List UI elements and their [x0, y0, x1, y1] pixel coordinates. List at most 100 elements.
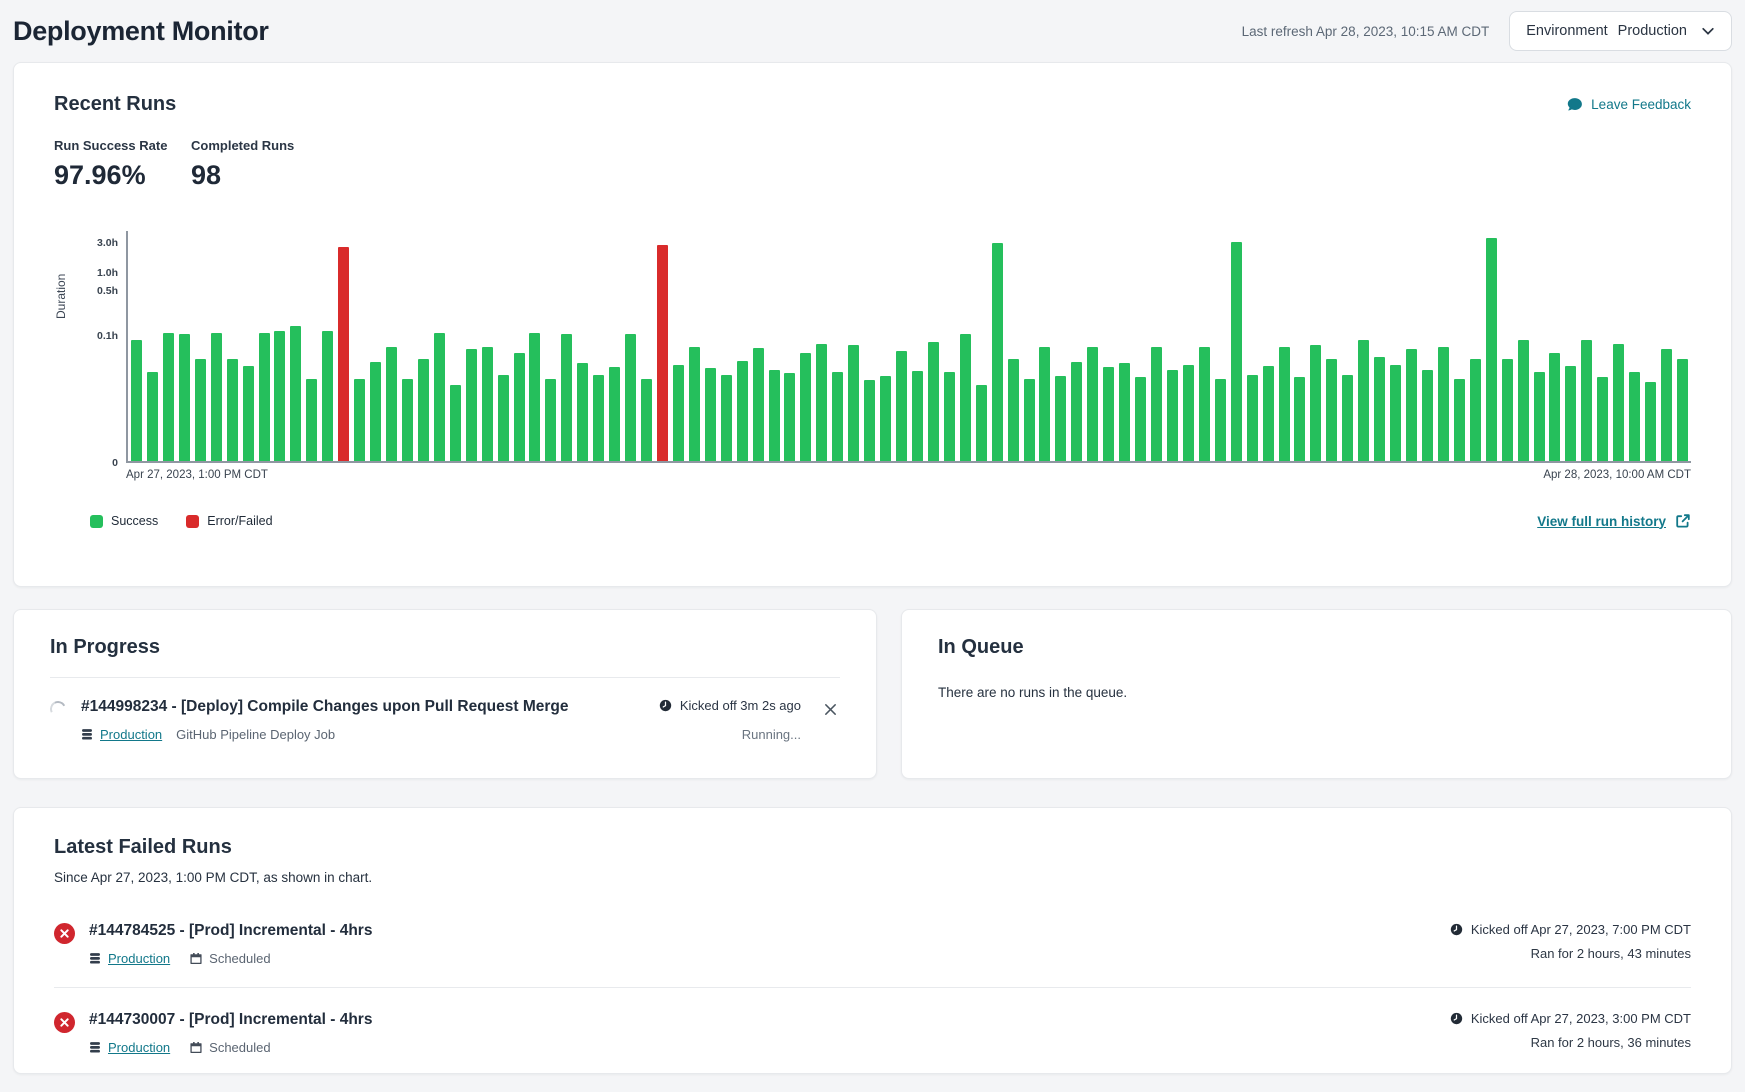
- run-bar-success[interactable]: [386, 347, 397, 461]
- run-bar-success[interactable]: [211, 333, 222, 461]
- run-bar-success[interactable]: [179, 334, 190, 461]
- run-bar-success[interactable]: [545, 379, 556, 462]
- run-bar-success[interactable]: [1326, 359, 1337, 461]
- run-bar-success[interactable]: [1470, 359, 1481, 461]
- run-bar-success[interactable]: [418, 359, 429, 461]
- run-bar-success[interactable]: [625, 334, 636, 461]
- view-full-run-history-link[interactable]: View full run history: [1537, 513, 1691, 529]
- run-bar-success[interactable]: [290, 326, 301, 461]
- run-bar-success[interactable]: [274, 331, 285, 461]
- run-bar-success[interactable]: [1199, 347, 1210, 461]
- run-bar-success[interactable]: [1581, 340, 1592, 461]
- run-bar-success[interactable]: [1549, 353, 1560, 461]
- run-bar-failed[interactable]: [338, 247, 349, 461]
- run-bar-success[interactable]: [259, 333, 270, 461]
- run-bar-success[interactable]: [673, 365, 684, 462]
- environment-link[interactable]: Production: [100, 727, 162, 742]
- run-bar-success[interactable]: [1629, 372, 1640, 461]
- run-bar-success[interactable]: [354, 379, 365, 462]
- run-bar-success[interactable]: [832, 372, 843, 461]
- run-bar-success[interactable]: [912, 371, 923, 461]
- run-bar-success[interactable]: [1374, 357, 1385, 461]
- run-bar-success[interactable]: [529, 333, 540, 461]
- run-bar-success[interactable]: [928, 342, 939, 461]
- run-bar-success[interactable]: [1342, 375, 1353, 461]
- run-bar-success[interactable]: [737, 361, 748, 461]
- run-bar-success[interactable]: [784, 373, 795, 461]
- run-bar-success[interactable]: [1231, 242, 1242, 461]
- run-bar-success[interactable]: [705, 368, 716, 461]
- run-bar-success[interactable]: [1294, 377, 1305, 461]
- run-bar-success[interactable]: [434, 333, 445, 461]
- run-bar-success[interactable]: [163, 333, 174, 461]
- run-bar-success[interactable]: [960, 334, 971, 461]
- run-bar-success[interactable]: [1502, 359, 1513, 461]
- run-bar-success[interactable]: [1565, 366, 1576, 461]
- run-bar-success[interactable]: [1279, 347, 1290, 461]
- run-bar-success[interactable]: [1055, 376, 1066, 461]
- run-bar-success[interactable]: [864, 380, 875, 461]
- run-bar-success[interactable]: [322, 331, 333, 461]
- run-bar-success[interactable]: [753, 348, 764, 461]
- run-bar-success[interactable]: [227, 359, 238, 461]
- run-bar-success[interactable]: [1310, 345, 1321, 461]
- run-bar-success[interactable]: [1071, 362, 1082, 461]
- run-bar-success[interactable]: [896, 351, 907, 462]
- run-bar-success[interactable]: [976, 385, 987, 461]
- run-bar-success[interactable]: [1247, 375, 1258, 461]
- run-bar-success[interactable]: [514, 353, 525, 461]
- run-bar-success[interactable]: [721, 375, 732, 461]
- run-bar-success[interactable]: [1008, 359, 1019, 461]
- run-bar-success[interactable]: [1406, 349, 1417, 461]
- run-bar-success[interactable]: [1454, 379, 1465, 462]
- run-bar-success[interactable]: [641, 379, 652, 462]
- run-bar-failed[interactable]: [657, 245, 668, 461]
- run-bar-success[interactable]: [769, 370, 780, 461]
- run-bar-success[interactable]: [1422, 370, 1433, 461]
- run-bar-success[interactable]: [561, 334, 572, 461]
- run-bar-success[interactable]: [1183, 365, 1194, 462]
- environment-selector[interactable]: Environment Production: [1509, 11, 1732, 51]
- environment-link[interactable]: Production: [108, 951, 170, 966]
- run-bar-success[interactable]: [1534, 372, 1545, 461]
- run-bar-success[interactable]: [800, 353, 811, 461]
- run-bar-success[interactable]: [1215, 379, 1226, 462]
- run-bar-success[interactable]: [1263, 366, 1274, 461]
- run-bar-success[interactable]: [482, 347, 493, 461]
- run-bar-success[interactable]: [577, 363, 588, 461]
- run-bar-success[interactable]: [848, 345, 859, 461]
- run-bar-success[interactable]: [243, 366, 254, 461]
- run-bar-success[interactable]: [1518, 340, 1529, 461]
- leave-feedback-link[interactable]: Leave Feedback: [1566, 96, 1691, 113]
- run-bar-success[interactable]: [1358, 340, 1369, 461]
- run-bar-success[interactable]: [450, 385, 461, 461]
- run-bar-success[interactable]: [1613, 344, 1624, 461]
- run-bar-success[interactable]: [1039, 347, 1050, 461]
- run-bar-success[interactable]: [1645, 382, 1656, 461]
- run-bar-success[interactable]: [306, 379, 317, 462]
- run-bar-success[interactable]: [498, 375, 509, 461]
- run-bar-success[interactable]: [1661, 349, 1672, 461]
- run-bar-success[interactable]: [992, 243, 1003, 462]
- run-bar-success[interactable]: [1438, 347, 1449, 461]
- run-bar-success[interactable]: [195, 359, 206, 461]
- run-bar-success[interactable]: [1119, 363, 1130, 461]
- run-bar-success[interactable]: [131, 340, 142, 461]
- environment-link[interactable]: Production: [108, 1040, 170, 1055]
- run-bar-success[interactable]: [689, 347, 700, 461]
- run-bar-success[interactable]: [370, 362, 381, 461]
- run-bar-success[interactable]: [1087, 347, 1098, 461]
- run-bar-success[interactable]: [609, 367, 620, 461]
- run-bar-success[interactable]: [466, 349, 477, 461]
- run-bar-success[interactable]: [1103, 367, 1114, 461]
- run-bar-success[interactable]: [1486, 238, 1497, 461]
- run-bar-success[interactable]: [880, 376, 891, 461]
- run-bar-success[interactable]: [147, 372, 158, 461]
- run-bar-success[interactable]: [1677, 359, 1688, 461]
- run-bar-success[interactable]: [944, 372, 955, 461]
- run-bar-success[interactable]: [1167, 370, 1178, 461]
- run-bar-success[interactable]: [1390, 365, 1401, 462]
- run-bar-success[interactable]: [402, 379, 413, 462]
- run-bar-success[interactable]: [816, 344, 827, 461]
- run-bar-success[interactable]: [1135, 377, 1146, 461]
